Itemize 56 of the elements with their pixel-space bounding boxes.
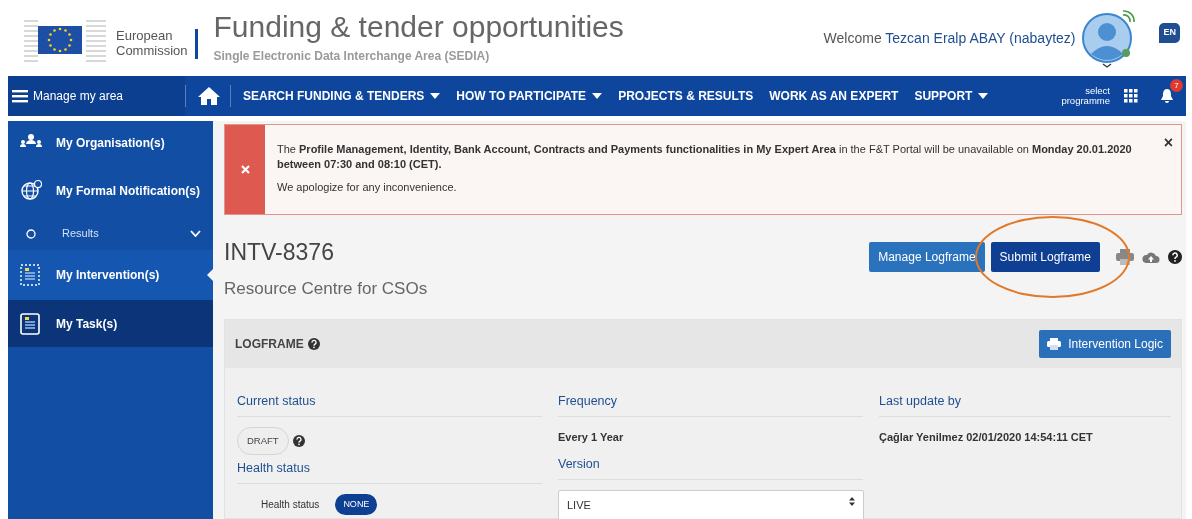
field-label: Last update by xyxy=(879,392,1171,417)
nav-link[interactable]: HOW TO PARTICIPATE xyxy=(448,87,611,105)
site-subtitle: Single Electronic Data Interchange Area (SEDIA) xyxy=(213,47,491,65)
help-icon[interactable] xyxy=(307,338,320,350)
alert-note: We apologize for any inconvenience. xyxy=(277,179,458,195)
nav-link[interactable]: SUPPORT xyxy=(906,87,997,105)
cloud-upload-icon[interactable] xyxy=(1142,250,1160,264)
welcome-text: Welcome Tezcan Eralp ABAY (nabaytez) xyxy=(823,28,1076,48)
sidebar-item[interactable]: My Formal Notification(s) xyxy=(8,165,213,217)
nav-link[interactable]: WORK AS AN EXPERT xyxy=(761,87,907,105)
print-icon[interactable] xyxy=(1116,249,1134,265)
home-icon[interactable] xyxy=(198,86,220,106)
help-icon[interactable] xyxy=(1168,250,1182,264)
intervention-code: INTV-8376 xyxy=(224,238,335,267)
nav-link[interactable]: PROJECTS & RESULTS xyxy=(610,87,762,105)
sidebar-item[interactable]: My Intervention(s) xyxy=(8,250,213,300)
field-value: Çağlar Yenilmez 02/01/2020 14:54:11 CET xyxy=(879,429,1094,445)
notification-count: 7 xyxy=(1170,79,1183,92)
sidebar-item[interactable]: My Task(s) xyxy=(8,300,213,347)
chevron-icon xyxy=(190,230,201,237)
intervention-logic-button[interactable]: Intervention Logic xyxy=(1039,330,1171,358)
grid-icon[interactable] xyxy=(1124,89,1138,103)
version-select[interactable]: LIVE xyxy=(558,490,864,519)
error-icon xyxy=(240,165,250,174)
language-button[interactable]: EN xyxy=(1159,23,1180,43)
logframe-button[interactable]: Submit Logframe xyxy=(990,242,1100,272)
avatar-icon[interactable] xyxy=(1081,8,1138,68)
section-title: LOGFRAME xyxy=(235,336,304,353)
sidebar-item[interactable]: Results xyxy=(8,217,213,250)
programme-link[interactable]: select programme xyxy=(1061,86,1110,106)
help-icon[interactable] xyxy=(292,434,305,447)
print-icon xyxy=(1047,338,1062,350)
close-button[interactable]: × xyxy=(1163,135,1173,151)
sort-icon xyxy=(849,497,855,506)
field-label: Version xyxy=(558,455,863,480)
task-icon xyxy=(20,312,42,335)
site-title: Funding & tender opportunities xyxy=(213,11,624,43)
health-tag: NONE xyxy=(335,493,378,516)
globe-icon xyxy=(20,180,42,202)
bell-icon[interactable] xyxy=(1160,88,1174,104)
field-label: Health status xyxy=(237,459,542,484)
sidebar-item[interactable]: My Organisation(s) xyxy=(8,121,213,165)
circle-icon xyxy=(26,228,36,239)
logo-text: European Commission xyxy=(116,29,198,59)
menu-icon[interactable] xyxy=(12,89,28,103)
alert-message: The Profile Management, Identity, Bank Account, Contracts and Payments functionalities in My Expert Area in the F&T Portal will be unavailable on Monday 20.01.2020 between 07:30 and 08:10 (CET). xyxy=(277,142,1133,172)
logframe-button[interactable]: Manage Logframe xyxy=(869,242,985,272)
field-value: Every 1 Year xyxy=(558,429,625,445)
user-link[interactable]: Tezcan Eralp ABAY (nabaytez) xyxy=(885,29,1076,46)
intervention-name: Resource Centre for CSOs xyxy=(224,277,428,300)
field-label: Frequency xyxy=(558,392,863,417)
field-label: Health status xyxy=(261,498,320,512)
document-icon xyxy=(20,264,42,286)
status-tag: DRAFT xyxy=(237,426,289,455)
field-label: Current status xyxy=(237,392,542,417)
nav-link[interactable]: SEARCH FUNDING & TENDERS xyxy=(235,87,449,105)
